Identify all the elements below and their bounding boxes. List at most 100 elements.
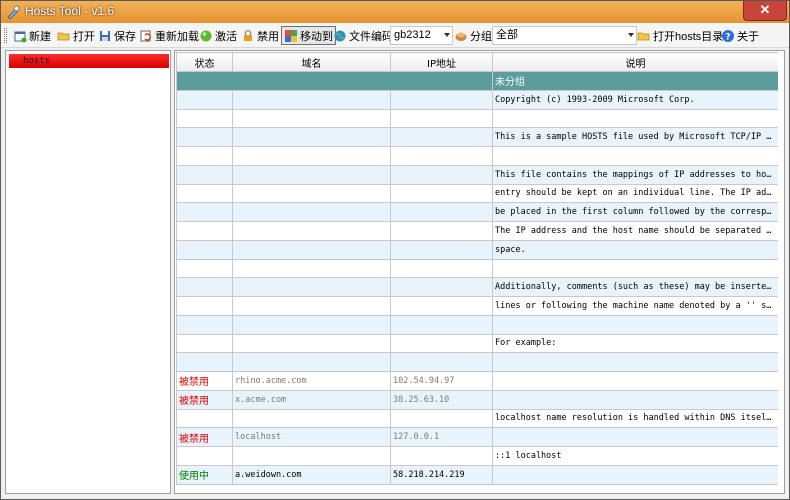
ip-cell[interactable] xyxy=(390,202,493,222)
table-row[interactable]: For example: xyxy=(176,333,779,354)
table-row[interactable]: 使用中 a.weidown.com 58.218.214.219 xyxy=(176,464,779,485)
open-button[interactable]: 打开 xyxy=(57,26,95,45)
note-cell[interactable] xyxy=(492,108,779,129)
column-header-note[interactable]: 说明 xyxy=(492,52,779,72)
table-row[interactable]: 被禁用 x.acme.com 38.25.63.10 xyxy=(176,389,779,410)
table-row[interactable] xyxy=(176,314,779,335)
status-cell[interactable] xyxy=(176,446,233,466)
note-cell[interactable]: For example: xyxy=(492,333,779,354)
status-cell[interactable] xyxy=(176,408,233,429)
domain-cell[interactable] xyxy=(232,108,391,129)
table-row[interactable] xyxy=(176,352,779,372)
reload-button[interactable]: 重新加载 xyxy=(139,26,199,45)
table-row[interactable]: entry should be kept on an individual li… xyxy=(176,183,779,204)
domain-cell[interactable] xyxy=(232,352,391,372)
domain-cell[interactable] xyxy=(232,146,391,166)
table-row[interactable]: 被禁用 rhino.acme.com 102.54.94.97 xyxy=(176,371,779,391)
ip-cell[interactable]: 127.0.0.1 xyxy=(390,427,493,447)
note-cell[interactable]: entry should be kept on an individual li… xyxy=(492,183,779,204)
status-cell[interactable] xyxy=(176,146,233,166)
table-row[interactable] xyxy=(176,146,779,166)
domain-cell[interactable] xyxy=(232,183,391,204)
encoding-select[interactable]: gb2312 xyxy=(390,26,453,45)
ip-cell[interactable]: 38.25.63.10 xyxy=(390,389,493,410)
status-cell[interactable]: 被禁用 xyxy=(176,389,233,410)
ip-cell[interactable]: 58.218.214.219 xyxy=(390,464,493,485)
table-row[interactable]: be placed in the first column followed b… xyxy=(176,202,779,222)
sidebar-item-hosts[interactable]: hosts xyxy=(9,54,169,68)
note-cell[interactable]: localhost name resolution is handled wit… xyxy=(492,408,779,429)
group-select[interactable]: 全部 xyxy=(492,26,637,45)
domain-cell[interactable] xyxy=(232,164,391,185)
note-cell[interactable]: ::1 localhost xyxy=(492,446,779,466)
status-cell[interactable] xyxy=(176,314,233,335)
status-cell[interactable] xyxy=(176,164,233,185)
domain-cell[interactable]: localhost xyxy=(232,427,391,447)
note-cell[interactable] xyxy=(492,314,779,335)
status-cell[interactable] xyxy=(176,108,233,129)
column-header-status[interactable]: 状态 xyxy=(176,52,233,72)
ip-cell[interactable]: 102.54.94.97 xyxy=(390,371,493,391)
domain-cell[interactable] xyxy=(232,277,391,297)
note-cell[interactable] xyxy=(492,427,779,447)
note-cell[interactable] xyxy=(492,258,779,279)
toolbar-grip-icon[interactable] xyxy=(4,28,7,43)
domain-cell[interactable] xyxy=(232,258,391,279)
domain-cell[interactable] xyxy=(232,296,391,316)
table-row[interactable]: Additionally, comments (such as these) m… xyxy=(176,277,779,297)
encoding-button[interactable]: 文件编码 xyxy=(333,26,393,45)
note-cell[interactable]: be placed in the first column followed b… xyxy=(492,202,779,222)
table-row[interactable] xyxy=(176,258,779,279)
note-cell[interactable] xyxy=(492,389,779,410)
about-button[interactable]: ? 关于 xyxy=(721,26,759,45)
status-cell[interactable] xyxy=(176,333,233,354)
column-header-domain[interactable]: 域名 xyxy=(232,52,391,72)
new-button[interactable]: 新建 xyxy=(13,26,51,45)
ip-cell[interactable] xyxy=(390,221,493,241)
status-cell[interactable] xyxy=(176,296,233,316)
table-row[interactable]: localhost name resolution is handled wit… xyxy=(176,408,779,429)
domain-cell[interactable] xyxy=(232,127,391,147)
table-row[interactable]: This is a sample HOSTS file used by Micr… xyxy=(176,127,779,147)
table-row[interactable]: lines or following the machine name deno… xyxy=(176,296,779,316)
status-cell[interactable] xyxy=(176,202,233,222)
domain-cell[interactable] xyxy=(232,446,391,466)
table-row[interactable] xyxy=(176,108,779,129)
note-cell[interactable]: Copyright (c) 1993-2009 Microsoft Corp. xyxy=(492,89,779,110)
table-row[interactable]: Copyright (c) 1993-2009 Microsoft Corp. xyxy=(176,89,779,110)
domain-cell[interactable]: a.weidown.com xyxy=(232,464,391,485)
domain-cell[interactable] xyxy=(232,221,391,241)
close-button[interactable]: ✕ xyxy=(743,1,787,21)
ip-cell[interactable] xyxy=(390,146,493,166)
open-hosts-dir-button[interactable]: 打开hosts目录 xyxy=(637,26,723,45)
domain-cell[interactable] xyxy=(232,89,391,110)
note-cell[interactable]: This file contains the mappings of IP ad… xyxy=(492,164,779,185)
note-cell[interactable]: Additionally, comments (such as these) m… xyxy=(492,277,779,297)
ip-cell[interactable] xyxy=(390,127,493,147)
domain-cell[interactable] xyxy=(232,408,391,429)
domain-cell[interactable]: x.acme.com xyxy=(232,389,391,410)
group-row[interactable]: 未分组 xyxy=(176,71,779,91)
table-row[interactable]: This file contains the mappings of IP ad… xyxy=(176,164,779,185)
status-cell[interactable] xyxy=(176,277,233,297)
status-cell[interactable] xyxy=(176,183,233,204)
status-cell[interactable] xyxy=(176,221,233,241)
domain-cell[interactable]: rhino.acme.com xyxy=(232,371,391,391)
note-cell[interactable] xyxy=(492,464,779,485)
domain-cell[interactable] xyxy=(232,333,391,354)
note-cell[interactable]: lines or following the machine name deno… xyxy=(492,296,779,316)
ip-cell[interactable] xyxy=(390,183,493,204)
ip-cell[interactable] xyxy=(390,314,493,335)
note-cell[interactable] xyxy=(492,352,779,372)
status-cell[interactable] xyxy=(176,352,233,372)
domain-cell[interactable] xyxy=(232,202,391,222)
disable-button[interactable]: 禁用 xyxy=(241,26,279,45)
ip-cell[interactable] xyxy=(390,258,493,279)
status-cell[interactable]: 使用中 xyxy=(176,464,233,485)
ip-cell[interactable] xyxy=(390,89,493,110)
column-header-ip[interactable]: IP地址 xyxy=(390,52,493,72)
status-cell[interactable]: 被禁用 xyxy=(176,371,233,391)
status-cell[interactable] xyxy=(176,258,233,279)
activate-button[interactable]: 激活 xyxy=(199,26,237,45)
status-cell[interactable] xyxy=(176,239,233,260)
